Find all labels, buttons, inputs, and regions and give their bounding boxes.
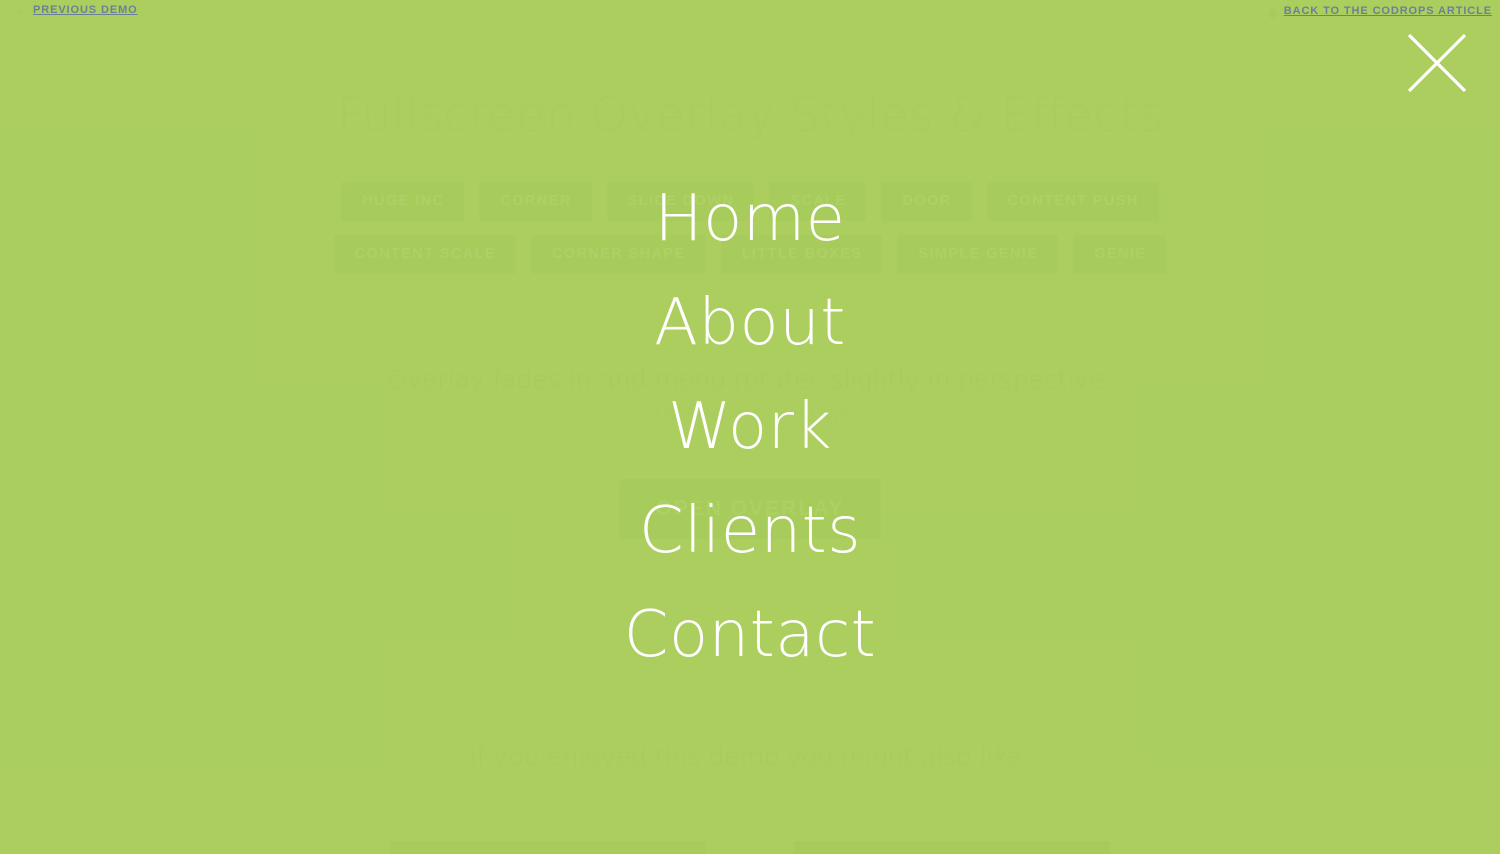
overlay-menu-link-home[interactable]: Home: [655, 167, 846, 271]
overlay-menu-item: Clients: [639, 479, 861, 583]
overlay-menu-link-about[interactable]: About: [654, 271, 846, 375]
overlay-menu-item: Work: [668, 375, 832, 479]
overlay-menu-item: Home: [655, 167, 846, 271]
overlay-menu: Home About Work Clients Contact: [0, 0, 1500, 854]
overlay-menu-link-clients[interactable]: Clients: [639, 479, 861, 583]
overlay-menu-item: Contact: [624, 583, 877, 687]
overlay-menu-link-contact[interactable]: Contact: [624, 583, 877, 687]
overlay-menu-link-work[interactable]: Work: [668, 375, 832, 479]
fullscreen-overlay: Home About Work Clients Contact: [0, 0, 1500, 854]
overlay-menu-item: About: [654, 271, 846, 375]
